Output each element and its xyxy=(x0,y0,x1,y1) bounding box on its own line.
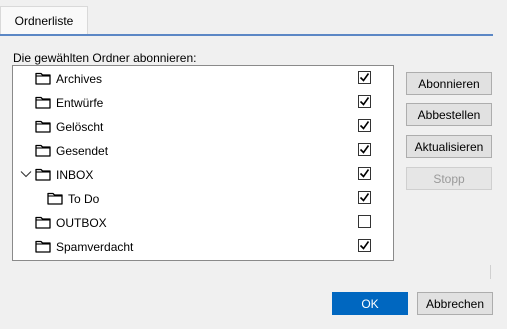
folder-name: OUTBOX xyxy=(56,216,107,230)
folder-row[interactable]: Spamverdacht xyxy=(13,235,393,259)
folder-name: To Do xyxy=(68,192,100,206)
folder-name: Entwürfe xyxy=(56,96,104,110)
stop-button[interactable]: Stopp xyxy=(406,167,492,190)
folder-icon xyxy=(47,192,63,205)
folder-name: Spamverdacht xyxy=(56,240,134,254)
subscribe-checkbox[interactable] xyxy=(358,95,371,108)
folder-icon xyxy=(35,96,51,109)
subscribe-checkbox[interactable] xyxy=(358,191,371,204)
folder-name: Archives xyxy=(56,72,103,86)
folder-icon xyxy=(35,120,51,133)
folder-row[interactable]: Entwürfe xyxy=(13,91,393,115)
folder-icon xyxy=(35,240,51,253)
subscribe-checkbox[interactable] xyxy=(358,119,371,132)
ok-button[interactable]: OK xyxy=(332,292,408,315)
folder-row[interactable]: OUTBOX xyxy=(13,211,393,235)
refresh-button[interactable]: Aktualisieren xyxy=(406,135,492,158)
subscribe-checkbox[interactable] xyxy=(358,167,371,180)
folder-row[interactable]: Gelöscht xyxy=(13,115,393,139)
subscribe-button[interactable]: Abonnieren xyxy=(406,72,492,95)
folder-name: Gelöscht xyxy=(56,120,104,134)
tab-label: Ordnerliste xyxy=(14,13,74,28)
subscribe-checkbox[interactable] xyxy=(358,215,371,228)
tab-ordnerliste[interactable]: Ordnerliste xyxy=(0,6,88,34)
unsubscribe-button[interactable]: Abbestellen xyxy=(406,103,492,126)
folder-icon xyxy=(35,216,51,229)
folder-row[interactable]: Archives xyxy=(13,67,393,91)
subscribe-checkbox[interactable] xyxy=(358,239,371,252)
chevron-down-icon[interactable] xyxy=(19,167,33,181)
folder-icon xyxy=(35,144,51,157)
subscribe-checkbox[interactable] xyxy=(358,143,371,156)
folder-name: Gesendet xyxy=(56,144,109,158)
list-caption: Die gewählten Ordner abonnieren: xyxy=(13,51,197,65)
folder-name: INBOX xyxy=(56,168,94,182)
folder-icon xyxy=(35,168,51,181)
folder-row[interactable]: Gesendet xyxy=(13,139,393,163)
folder-row[interactable]: To Do xyxy=(13,187,393,211)
folder-icon xyxy=(35,72,51,85)
subscribe-checkbox[interactable] xyxy=(358,71,371,84)
cancel-button[interactable]: Abbrechen xyxy=(417,292,493,315)
tab-underline xyxy=(0,34,493,36)
folder-list[interactable]: Archives Entwürfe Gelöscht Gesendet INBOX To … xyxy=(12,65,394,261)
folder-row[interactable]: INBOX xyxy=(13,163,393,187)
resize-grip xyxy=(490,265,491,279)
